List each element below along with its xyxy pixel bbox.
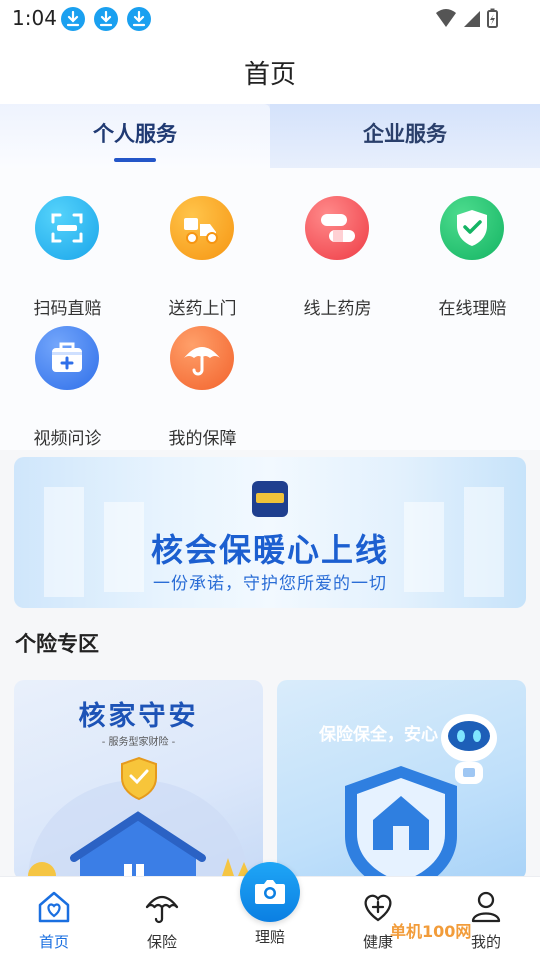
- tabbar-item-home[interactable]: 首页: [0, 877, 108, 960]
- active-tab-indicator: [114, 158, 156, 162]
- camera-icon: [255, 880, 285, 904]
- tabbar-label: 保险: [146, 933, 177, 951]
- service-tabs: 个人服务 企业服务: [0, 104, 540, 168]
- shield-check-icon: [440, 196, 504, 260]
- service-online-pharmacy[interactable]: 线上药房: [270, 196, 405, 319]
- tab-personal-services[interactable]: 个人服务: [0, 104, 270, 168]
- service-label: 线上药房: [303, 299, 372, 319]
- house-shield-illustration: [28, 756, 250, 880]
- scan-icon: [35, 196, 99, 260]
- brand-logo: [252, 481, 288, 517]
- product-card-home-insurance[interactable]: 核家守安 - 服务型家财险 -: [14, 680, 263, 880]
- person-icon: [471, 891, 501, 923]
- umbrella-icon: [170, 326, 234, 390]
- banner-title: 核会保暖心上线: [150, 531, 389, 569]
- service-scan-claim[interactable]: 扫码直赔: [0, 196, 135, 319]
- service-label: 在线理赔: [438, 299, 507, 319]
- status-bar: 1:04: [0, 0, 540, 38]
- service-label: 视频问诊: [33, 429, 102, 449]
- services-grid: 扫码直赔 送药上门 线上药房 在线理赔 视频问诊 我的保障: [0, 168, 540, 450]
- tabbar-label: 首页: [38, 933, 69, 951]
- status-time: 1:04: [12, 6, 57, 30]
- service-label: 送药上门: [168, 299, 237, 319]
- product-card-insurance-service[interactable]: 保险保全，安心: [277, 680, 526, 880]
- service-online-claim[interactable]: 在线理赔: [405, 196, 540, 319]
- page-title: 首页: [243, 60, 296, 90]
- umbrella-icon: [145, 895, 179, 924]
- service-label: 我的保障: [168, 429, 237, 449]
- pill-icon: [305, 196, 369, 260]
- tab-label: 个人服务: [93, 122, 177, 146]
- watermark: 单机100网: [390, 922, 472, 941]
- delivery-icon: [170, 196, 234, 260]
- tab-label: 企业服务: [363, 122, 447, 146]
- tabbar-item-claim[interactable]: [240, 862, 300, 922]
- service-video-consult[interactable]: 视频问诊: [0, 326, 135, 449]
- medkit-icon: [35, 326, 99, 390]
- shield-house-illustration: [345, 714, 497, 880]
- tabbar-item-insurance[interactable]: 保险: [108, 877, 216, 960]
- tab-enterprise-services[interactable]: 企业服务: [270, 104, 540, 168]
- banner-subtitle: 一份承诺，守护您所爱的一切: [153, 574, 387, 594]
- download-icon: [127, 7, 151, 31]
- tabbar-label: 理赔: [254, 928, 285, 946]
- section-title: 个险专区: [15, 632, 99, 656]
- title-bar: 首页: [0, 38, 540, 104]
- promo-banner[interactable]: 核会保暖心上线 一份承诺，守护您所爱的一切: [14, 457, 526, 608]
- download-icon: [94, 7, 118, 31]
- service-my-coverage[interactable]: 我的保障: [135, 326, 270, 449]
- home-heart-icon: [38, 891, 70, 923]
- service-drug-delivery[interactable]: 送药上门: [135, 196, 270, 319]
- service-label: 扫码直赔: [33, 299, 102, 319]
- card-title: 保险保全，安心: [319, 725, 438, 745]
- signal-battery-icons: [436, 8, 498, 28]
- download-icon: [61, 7, 85, 31]
